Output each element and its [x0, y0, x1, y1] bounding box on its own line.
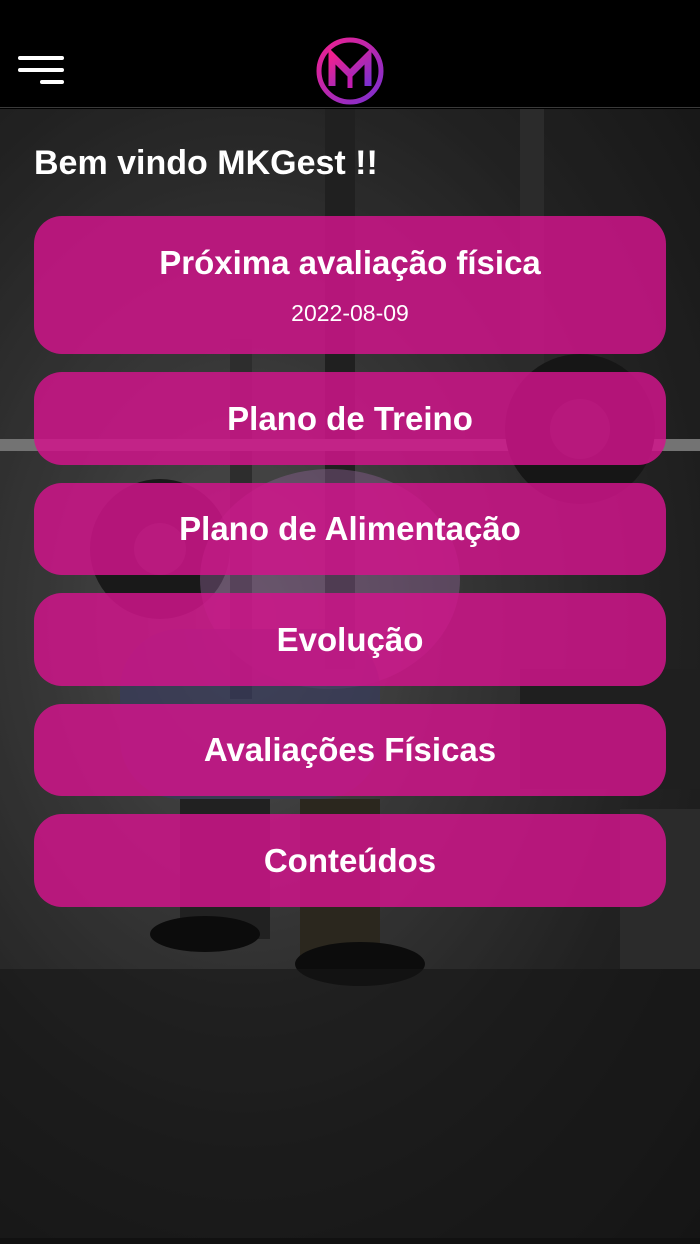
next-assessment-card[interactable]: Próxima avaliação física 2022-08-09 [34, 216, 666, 354]
contents-button[interactable]: Conteúdos [34, 814, 666, 907]
physical-assessments-button[interactable]: Avaliações Físicas [34, 704, 666, 796]
next-assessment-title: Próxima avaliação física [159, 243, 541, 281]
physical-assessments-label: Avaliações Físicas [203, 731, 497, 768]
nutrition-plan-button[interactable]: Plano de Alimentação [34, 483, 666, 575]
welcome-heading: Bem vindo MKGest !! [34, 144, 378, 182]
bottom-edge [0, 1238, 700, 1244]
contents-label: Conteúdos [263, 841, 437, 879]
hamburger-menu-icon[interactable] [18, 52, 68, 90]
next-assessment-date: 2022-08-09 [291, 299, 409, 326]
mk-logo-icon [316, 37, 384, 105]
evolution-label: Evolução [276, 620, 424, 658]
evolution-button[interactable]: Evolução [34, 593, 666, 686]
top-bar [0, 0, 700, 108]
nutrition-plan-label: Plano de Alimentação [179, 510, 521, 547]
training-plan-label: Plano de Treino [227, 399, 473, 437]
training-plan-button[interactable]: Plano de Treino [34, 372, 666, 465]
